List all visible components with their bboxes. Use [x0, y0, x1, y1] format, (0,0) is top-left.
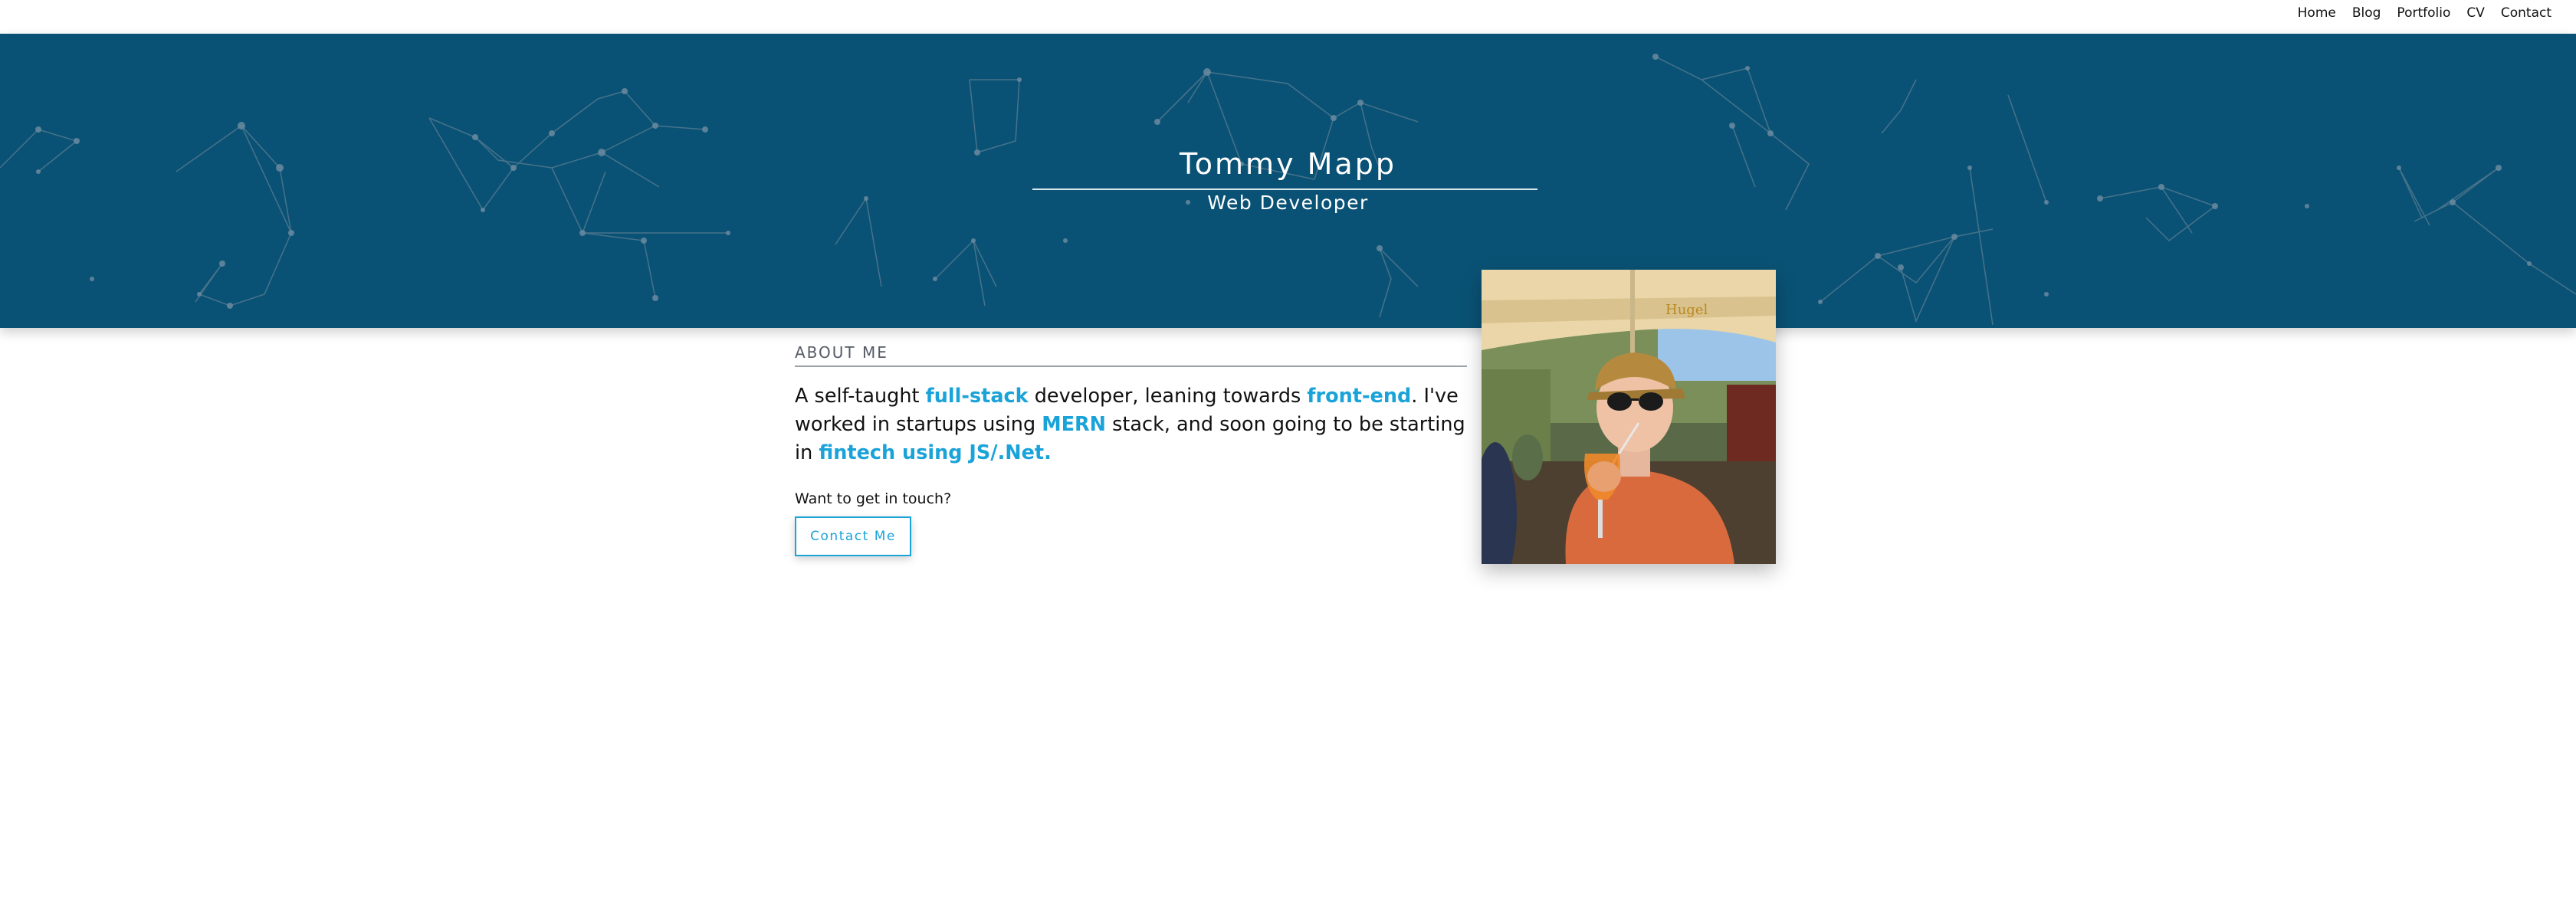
- nav-portfolio-link[interactable]: Portfolio: [2397, 5, 2450, 21]
- nav-blog-link[interactable]: Blog: [2352, 5, 2381, 21]
- svg-text:Hugel: Hugel: [1665, 302, 1708, 318]
- about-heading: ABOUT ME: [795, 343, 1467, 367]
- about-text: A self-taught full-stack developer, lean…: [795, 382, 1467, 467]
- hero-divider: [1032, 188, 1537, 190]
- about-highlight-front-end: front-end: [1307, 385, 1412, 408]
- nav-links: Home Blog Portfolio CV Contact: [2298, 0, 2551, 25]
- about-text-segment: developer, leaning towards: [1028, 385, 1308, 408]
- nav-home-link[interactable]: Home: [2298, 5, 2336, 21]
- navbar: Home Blog Portfolio CV Contact: [0, 0, 2576, 34]
- contact-me-button[interactable]: Contact Me: [795, 516, 911, 556]
- about-text-segment: A self-taught: [795, 385, 926, 408]
- about-highlight-fintech: fintech using JS/.Net.: [819, 441, 1052, 464]
- nav-contact-link[interactable]: Contact: [2501, 5, 2551, 21]
- hero-banner: Tommy Mapp Web Developer: [0, 34, 2576, 328]
- hero-name: Tommy Mapp: [1180, 147, 1396, 181]
- about-highlight-mern: MERN: [1042, 413, 1107, 436]
- hero-subtitle: Web Developer: [1207, 192, 1369, 214]
- profile-photo: Hugel: [1482, 270, 1776, 564]
- about-section: ABOUT ME A self-taught full-stack develo…: [795, 343, 1467, 556]
- touch-prompt: Want to get in touch?: [795, 490, 952, 507]
- about-highlight-full-stack: full-stack: [925, 385, 1029, 408]
- person-drinking-photo-icon: Hugel: [1482, 270, 1776, 564]
- nav-cv-link[interactable]: CV: [2466, 5, 2485, 21]
- network-background: [0, 54, 2576, 326]
